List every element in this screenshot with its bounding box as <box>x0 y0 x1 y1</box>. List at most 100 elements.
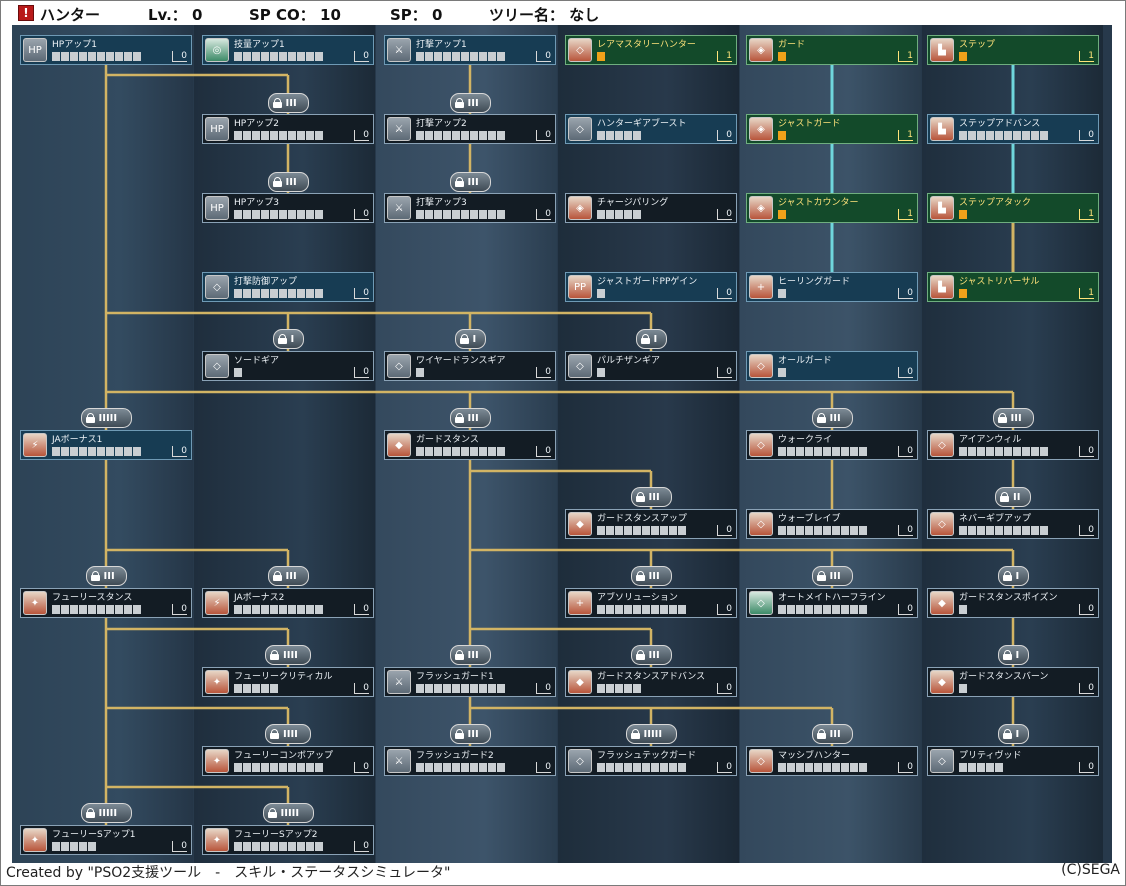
level-segment <box>297 842 305 851</box>
skill-node-hgb[interactable]: ◇ ハンターギアブースト 0 <box>565 114 737 144</box>
skill-node-ja1[interactable]: ⚡ JAボーナス1 0 <box>20 430 192 460</box>
skill-node-gspoison[interactable]: ◆ ガードスタンスポイズン 0 <box>927 588 1099 618</box>
level-segment <box>279 289 287 298</box>
level-segment <box>814 447 822 456</box>
level-segment <box>97 447 105 456</box>
lock-requirement: III <box>467 412 479 424</box>
skill-node-swordgear[interactable]: ◇ ソードギア 0 <box>202 351 374 381</box>
skill-node-flash2[interactable]: ⚔ フラッシュガード2 0 <box>384 746 556 776</box>
skill-lock-icon: I <box>272 329 304 349</box>
level-segment <box>115 605 123 614</box>
skill-lock-icon: IIII <box>265 645 311 665</box>
level-segment <box>597 526 605 535</box>
level-segment <box>633 210 641 219</box>
padlock-icon <box>272 98 282 108</box>
skill-level-bar <box>597 763 686 772</box>
skill-node-str1[interactable]: ⚔ 打撃アップ1 0 <box>384 35 556 65</box>
level-segment <box>678 526 686 535</box>
skill-node-stepatk[interactable]: ▙ ステップアタック 1 <box>927 193 1099 223</box>
skill-node-partigear[interactable]: ◇ パルチザンギア 0 <box>565 351 737 381</box>
skill-node-allguard[interactable]: ◇ オールガード 0 <box>746 351 918 381</box>
skill-node-wbrave[interactable]: ◇ ウォーブレイブ 0 <box>746 509 918 539</box>
lock-requirement: IIII <box>283 728 298 740</box>
level-segment <box>243 52 251 61</box>
padlock-icon <box>816 413 826 423</box>
skill-level-bar <box>597 684 641 693</box>
skill-node-tech1[interactable]: ◎ 技量アップ1 0 <box>202 35 374 65</box>
level-segment <box>497 684 505 693</box>
skill-node-charge[interactable]: ◈ チャージパリング 0 <box>565 193 737 223</box>
level-segment <box>52 842 60 851</box>
skill-node-jc[interactable]: ◈ ジャストカウンター 1 <box>746 193 918 223</box>
skill-node-jrev[interactable]: ▙ ジャストリバーサル 1 <box>927 272 1099 302</box>
level-segment <box>597 605 605 614</box>
skill-node-massive[interactable]: ◇ マッシブハンター 0 <box>746 746 918 776</box>
skill-node-guard[interactable]: ◈ ガード 1 <box>746 35 918 65</box>
skill-node-hp2[interactable]: HP HPアップ2 0 <box>202 114 374 144</box>
skill-node-str3[interactable]: ⚔ 打撃アップ3 0 <box>384 193 556 223</box>
skill-node-gsup[interactable]: ◆ ガードスタンスアップ 0 <box>565 509 737 539</box>
level-segment <box>488 210 496 219</box>
skill-level-count: 0 <box>1079 683 1094 694</box>
level-segment <box>615 526 623 535</box>
skill-node-stepadv[interactable]: ▙ ステップアドバンス 0 <box>927 114 1099 144</box>
skill-node-fury[interactable]: ✦ フューリースタンス 0 <box>20 588 192 618</box>
guard-stance-icon: ◆ <box>568 670 592 694</box>
skill-node-jgpp[interactable]: PP ジャストガードPPゲイン 0 <box>565 272 737 302</box>
level-segment <box>615 684 623 693</box>
level-segment <box>796 447 804 456</box>
skill-node-wiregear[interactable]: ◇ ワイヤードランスギア 0 <box>384 351 556 381</box>
padlock-icon <box>1002 571 1012 581</box>
level-segment <box>452 52 460 61</box>
skill-node-hp1[interactable]: HP HPアップ1 0 <box>20 35 192 65</box>
level-segment <box>606 684 614 693</box>
skill-node-ironwill[interactable]: ◇ アイアンウィル 0 <box>927 430 1099 460</box>
skill-node-rare[interactable]: ◇ レアマスタリーハンター 1 <box>565 35 737 65</box>
skill-node-pretty[interactable]: ◇ プリティヴッド 0 <box>927 746 1099 776</box>
skill-node-flashtech[interactable]: ◇ フラッシュテックガード 0 <box>565 746 737 776</box>
skill-name: ステップアドバンス <box>959 119 1041 129</box>
skill-node-absorb[interactable]: + アブソリューション 0 <box>565 588 737 618</box>
skill-node-str2[interactable]: ⚔ 打撃アップ2 0 <box>384 114 556 144</box>
lock-requirement: III <box>285 97 297 109</box>
skill-node-gstance[interactable]: ◆ ガードスタンス 0 <box>384 430 556 460</box>
skill-node-hp3[interactable]: HP HPアップ3 0 <box>202 193 374 223</box>
level-segment <box>315 605 323 614</box>
skill-node-warcry[interactable]: ◇ ウォークライ 0 <box>746 430 918 460</box>
level-segment <box>297 210 305 219</box>
skill-node-furycombo[interactable]: ✦ フューリーコンボアップ 0 <box>202 746 374 776</box>
level-segment <box>606 131 614 140</box>
skill-node-jg[interactable]: ◈ ジャストガード 1 <box>746 114 918 144</box>
skill-node-autohalf[interactable]: ◇ オートメイトハーフライン 0 <box>746 588 918 618</box>
fury-icon: ✦ <box>205 670 229 694</box>
skill-lock-icon: III <box>992 408 1034 428</box>
skill-node-strdef[interactable]: ◇ 打撃防御アップ 0 <box>202 272 374 302</box>
skill-name: JAボーナス2 <box>234 593 285 603</box>
skill-name: フラッシュガード1 <box>416 672 494 682</box>
skill-node-step[interactable]: ▙ ステップ 1 <box>927 35 1099 65</box>
skill-node-ja2[interactable]: ⚡ JAボーナス2 0 <box>202 588 374 618</box>
skill-node-gsburn[interactable]: ◆ ガードスタンスバーン 0 <box>927 667 1099 697</box>
level-segment <box>959 210 967 219</box>
skill-node-gsadv[interactable]: ◆ ガードスタンスアドバンス 0 <box>565 667 737 697</box>
level-segment <box>261 289 269 298</box>
skill-level-count: 0 <box>354 367 369 378</box>
padlock-icon <box>90 571 100 581</box>
level-segment <box>261 131 269 140</box>
level-segment <box>968 131 976 140</box>
skill-name: 打撃アップ1 <box>416 40 467 50</box>
dexterity-icon: ◎ <box>205 38 229 62</box>
skill-node-hguard[interactable]: + ヒーリングガード 0 <box>746 272 918 302</box>
level-segment <box>642 605 650 614</box>
level-segment <box>61 605 69 614</box>
padlock-icon <box>454 98 464 108</box>
skill-node-furys2[interactable]: ✦ フューリーSアップ2 0 <box>202 825 374 855</box>
skill-node-flash1[interactable]: ⚔ フラッシュガード1 0 <box>384 667 556 697</box>
level-segment <box>243 289 251 298</box>
skill-lock-icon: III <box>811 724 853 744</box>
skill-level-bar <box>234 52 323 61</box>
skill-node-furycrit[interactable]: ✦ フューリークリティカル 0 <box>202 667 374 697</box>
lock-requirement: IIIII <box>98 807 118 819</box>
skill-node-furys1[interactable]: ✦ フューリーSアップ1 0 <box>20 825 192 855</box>
skill-node-nevergive[interactable]: ◇ ネバーギブアップ 0 <box>927 509 1099 539</box>
